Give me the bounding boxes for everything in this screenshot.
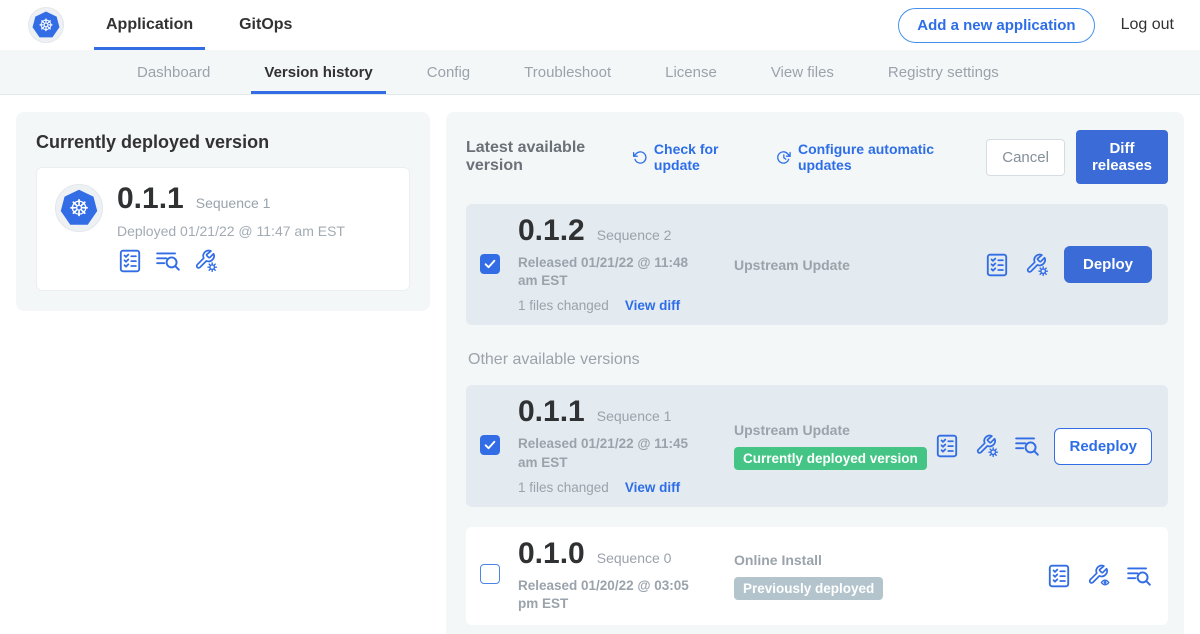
main-content: Currently deployed version ☸ 0.1.1 Seque… [0,95,1200,634]
tab-gitops[interactable]: GitOps [227,0,304,50]
files-changed-label: 1 files changed [518,480,609,495]
config-wrench-gear-icon[interactable] [974,433,1000,459]
subtab-troubleshoot[interactable]: Troubleshoot [497,50,638,94]
clock-refresh-icon [776,148,792,167]
config-wrench-gear-icon[interactable] [193,248,219,274]
version-checkbox[interactable] [480,564,500,584]
admin-console: ☸ Application GitOps Add a new applicati… [0,0,1200,634]
version-row-0-1-1: 0.1.1 Sequence 1 Released 01/21/22 @ 11:… [466,385,1168,506]
tab-application[interactable]: Application [94,0,205,50]
version-number: 0.1.1 [518,397,585,427]
latest-available-title: Latest available version [466,139,616,175]
diff-releases-button[interactable]: Diff releases [1076,130,1168,184]
configure-updates-label: Configure automatic updates [798,141,958,173]
released-timestamp: Released 01/21/22 @ 11:45 am EST [518,435,710,471]
view-diff-link[interactable]: View diff [625,298,680,313]
version-sequence: Sequence 0 [597,550,672,566]
previously-deployed-badge: Previously deployed [734,577,883,600]
version-source-label: Upstream Update [734,422,850,438]
version-row-0-1-2: 0.1.2 Sequence 2 Released 01/21/22 @ 11:… [466,204,1168,325]
currently-deployed-badge: Currently deployed version [734,447,927,470]
version-source-label: Online Install [734,552,822,568]
deployed-version-number: 0.1.1 [117,184,184,214]
version-source-label: Upstream Update [734,257,850,273]
add-application-button[interactable]: Add a new application [898,8,1094,43]
kubernetes-logo-icon: ☸ [28,7,64,43]
configure-updates-link[interactable]: Configure automatic updates [776,141,958,173]
subtab-registry-settings[interactable]: Registry settings [861,50,1026,94]
release-notes-icon[interactable] [984,252,1010,278]
config-wrench-gear-icon[interactable] [1024,252,1050,278]
refresh-icon [632,148,648,167]
view-diff-link[interactable]: View diff [625,480,680,495]
files-changed-label: 1 files changed [518,298,609,313]
released-timestamp: Released 01/21/22 @ 11:48 am EST [518,254,710,290]
deployed-version-card: ☸ 0.1.1 Sequence 1 Deployed 01/21/22 @ 1… [36,167,410,291]
subtab-view-files[interactable]: View files [744,50,861,94]
version-checkbox[interactable] [480,254,500,274]
cancel-button[interactable]: Cancel [986,139,1065,176]
deploy-logs-icon[interactable] [1014,433,1040,459]
app-sub-nav: Dashboard Version history Config Trouble… [0,50,1200,95]
subtab-dashboard[interactable]: Dashboard [110,50,237,94]
check-for-update-label: Check for update [654,141,748,173]
deployed-timestamp: Deployed 01/21/22 @ 11:47 am EST [117,223,345,239]
available-versions-panel: Latest available version Check for updat… [446,112,1184,634]
logout-button[interactable]: Log out [1121,16,1174,34]
top-nav-tabs: Application GitOps [94,0,326,50]
available-panel-header: Latest available version Check for updat… [466,130,1168,184]
version-sequence: Sequence 2 [597,227,672,243]
deploy-button[interactable]: Deploy [1064,246,1152,283]
version-checkbox[interactable] [480,435,500,455]
deploy-logs-icon[interactable] [1126,563,1152,589]
version-row-0-1-0: 0.1.0 Sequence 0 Released 01/20/22 @ 03:… [466,527,1168,625]
top-nav-bar: ☸ Application GitOps Add a new applicati… [0,0,1200,50]
subtab-version-history[interactable]: Version history [237,50,399,94]
app-logo-icon: ☸ [55,184,103,232]
version-number: 0.1.0 [518,539,585,569]
release-notes-icon[interactable] [934,433,960,459]
config-wrench-eye-icon[interactable] [1086,563,1112,589]
currently-deployed-panel: Currently deployed version ☸ 0.1.1 Seque… [16,112,430,311]
other-versions-title: Other available versions [468,351,1168,369]
deploy-logs-icon[interactable] [155,248,181,274]
deployed-sequence-label: Sequence 1 [196,195,271,211]
redeploy-button[interactable]: Redeploy [1054,428,1152,465]
subtab-license[interactable]: License [638,50,744,94]
release-notes-icon[interactable] [117,248,143,274]
deployed-panel-title: Currently deployed version [36,132,410,153]
top-nav-right: Add a new application Log out [898,0,1174,50]
version-sequence: Sequence 1 [597,408,672,424]
released-timestamp: Released 01/20/22 @ 03:05 pm EST [518,577,710,613]
subtab-config[interactable]: Config [400,50,497,94]
check-for-update-link[interactable]: Check for update [632,141,748,173]
release-notes-icon[interactable] [1046,563,1072,589]
version-number: 0.1.2 [518,216,585,246]
